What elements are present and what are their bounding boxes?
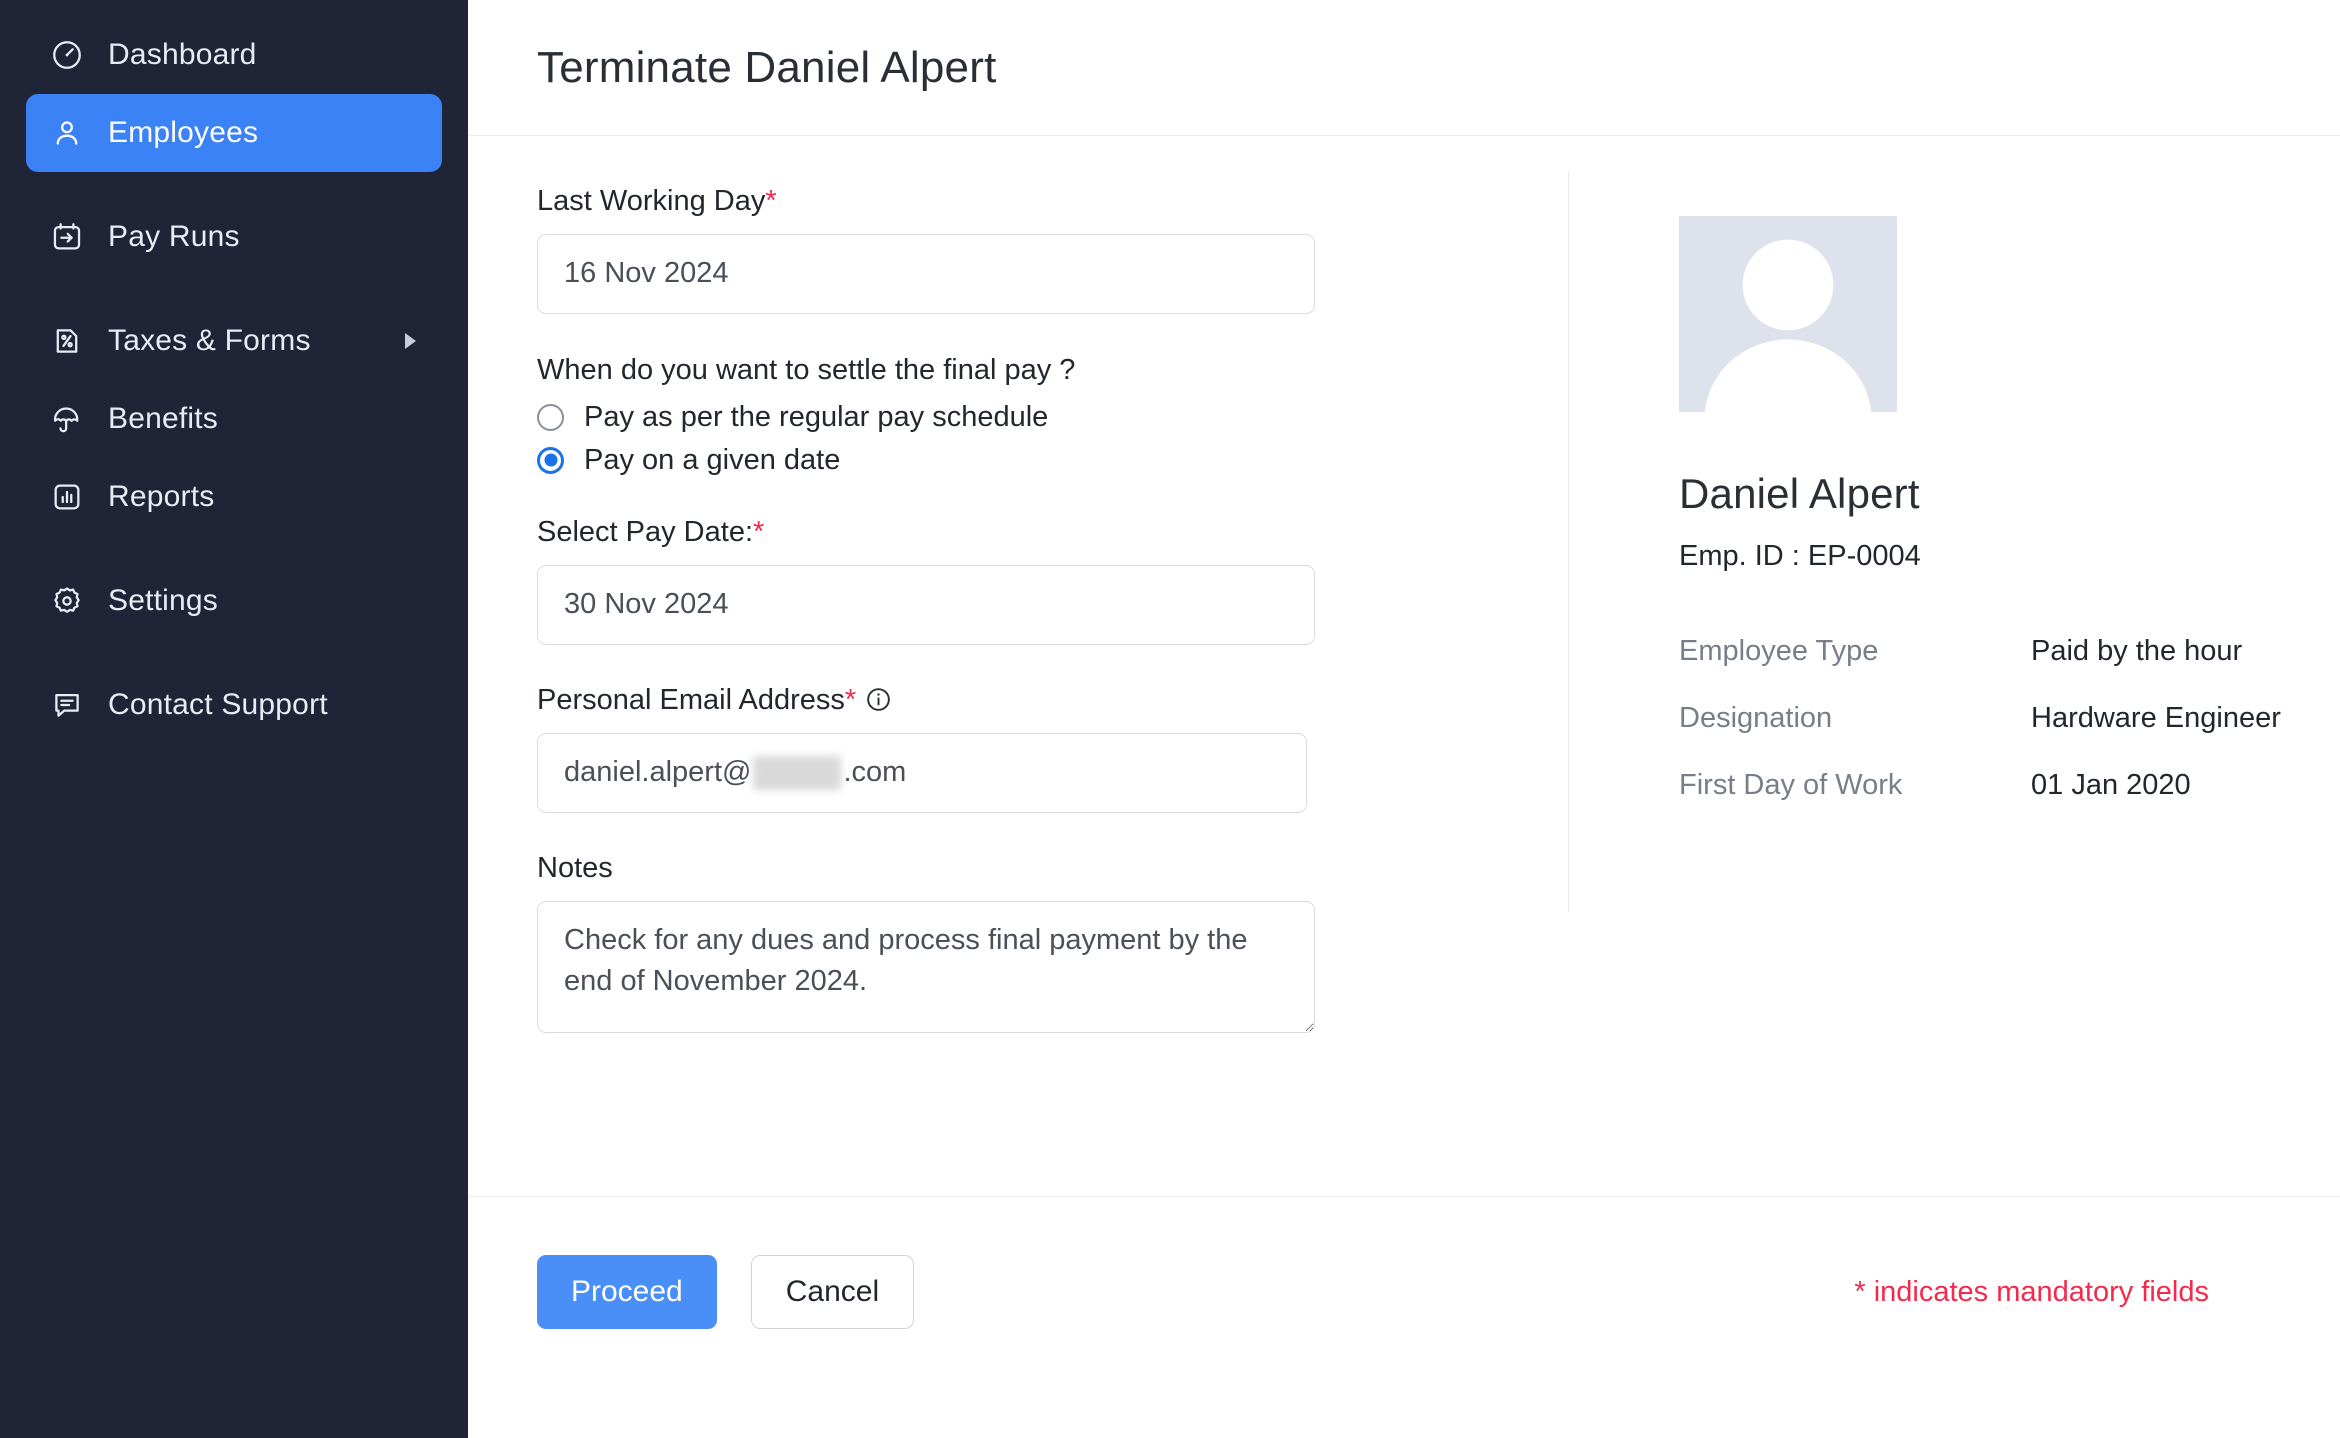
main-content: Terminate Daniel Alpert Last Working Day… (468, 0, 2340, 1438)
content-area: Last Working Day* When do you want to se… (468, 136, 2340, 1196)
detail-value: Paid by the hour (2031, 635, 2243, 667)
employee-profile-panel: Daniel Alpert Emp. ID : EP-0004 Employee… (1568, 172, 2340, 912)
sidebar-item-label: Settings (108, 584, 218, 617)
page-title: Terminate Daniel Alpert (537, 42, 997, 92)
sidebar-item-reports[interactable]: Reports (26, 458, 442, 536)
percent-document-icon (48, 322, 86, 360)
sidebar-item-label: Benefits (108, 402, 218, 435)
chat-icon (48, 686, 86, 724)
pay-date-label: Select Pay Date:* (537, 515, 765, 548)
sidebar-item-employees[interactable]: Employees (26, 94, 442, 172)
last-working-day-label: Last Working Day* (537, 185, 777, 217)
speedometer-icon (48, 36, 86, 74)
required-marker: * (844, 683, 857, 716)
required-marker: * (753, 515, 765, 548)
info-icon[interactable] (865, 686, 892, 713)
employee-name: Daniel Alpert (1679, 470, 1920, 517)
required-marker: * (765, 185, 777, 217)
footer-inner: Proceed Cancel * indicates mandatory fie… (468, 1197, 2340, 1329)
sidebar-item-label: Employees (108, 116, 259, 149)
calendar-arrow-icon (48, 218, 86, 256)
sidebar-item-label: Contact Support (108, 688, 328, 721)
page-header: Terminate Daniel Alpert (468, 0, 2340, 136)
settle-pay-question: When do you want to settle the final pay… (537, 353, 1076, 386)
personal-email-input[interactable]: daniel.alpert@ .com (537, 732, 1307, 813)
mandatory-fields-note: * indicates mandatory fields (1854, 1275, 2209, 1308)
sidebar-item-label: Dashboard (108, 38, 257, 71)
bar-chart-icon (48, 478, 86, 516)
user-placeholder-avatar-icon (1704, 239, 1872, 412)
radio-unselected-icon[interactable] (537, 403, 564, 431)
settle-pay-group: When do you want to settle the final pay… (537, 354, 1568, 477)
sidebar-item-pay-runs[interactable]: Pay Runs (26, 198, 442, 276)
employee-details-table: Employee Type Paid by the hour Designati… (1679, 635, 2281, 836)
personal-email-field: Personal Email Address* daniel.alpert@ .c… (537, 683, 1568, 813)
sidebar-item-label: Pay Runs (108, 220, 240, 253)
radio-option-label: Pay on a given date (584, 443, 841, 476)
pay-date-input[interactable] (537, 564, 1315, 645)
gear-icon (48, 582, 86, 620)
avatar (1679, 216, 1897, 412)
radio-selected-icon[interactable] (537, 446, 564, 474)
table-row: Employee Type Paid by the hour (1679, 635, 2281, 702)
last-working-day-input[interactable] (537, 233, 1315, 314)
cancel-button[interactable]: Cancel (750, 1255, 915, 1329)
user-icon (48, 114, 86, 152)
radio-option-given-date[interactable]: Pay on a given date (537, 444, 1568, 477)
detail-key: Employee Type (1679, 635, 1879, 667)
sidebar-item-taxes-forms[interactable]: Taxes & Forms (26, 302, 442, 380)
sidebar: Dashboard Employees Pay Runs Taxes & For… (0, 0, 468, 1438)
action-buttons: Proceed Cancel (537, 1255, 915, 1329)
radio-option-regular-schedule[interactable]: Pay as per the regular pay schedule (537, 401, 1568, 434)
pay-date-field: Select Pay Date:* (537, 515, 1568, 645)
detail-value: Hardware Engineer (2031, 702, 2281, 734)
chevron-right-icon[interactable] (405, 333, 416, 349)
umbrella-icon (48, 400, 86, 438)
detail-key: First Day of Work (1679, 769, 1903, 801)
sidebar-item-dashboard[interactable]: Dashboard (26, 16, 442, 94)
last-working-day-field: Last Working Day* (537, 185, 1568, 314)
detail-key: Designation (1679, 702, 1833, 734)
sidebar-item-label: Taxes & Forms (108, 324, 311, 357)
notes-textarea[interactable]: Check for any dues and process final pay… (537, 900, 1315, 1033)
detail-value: 01 Jan 2020 (2031, 769, 2191, 801)
notes-label: Notes (537, 851, 613, 884)
radio-option-label: Pay as per the regular pay schedule (584, 400, 1049, 433)
notes-field: Notes Check for any dues and process fin… (537, 851, 1568, 1033)
proceed-button[interactable]: Proceed (537, 1255, 717, 1329)
sidebar-item-contact-support[interactable]: Contact Support (26, 666, 442, 744)
sidebar-item-settings[interactable]: Settings (26, 562, 442, 640)
sidebar-item-label: Reports (108, 480, 215, 513)
table-row: First Day of Work 01 Jan 2020 (1679, 769, 2281, 836)
termination-form: Last Working Day* When do you want to se… (468, 136, 1568, 1196)
table-row: Designation Hardware Engineer (1679, 702, 2281, 769)
email-suffix: .com (843, 756, 907, 789)
employee-id: Emp. ID : EP-0004 (1679, 540, 1921, 572)
redacted-domain (753, 755, 842, 790)
app-root: Dashboard Employees Pay Runs Taxes & For… (0, 0, 2340, 1438)
sidebar-item-benefits[interactable]: Benefits (26, 380, 442, 458)
personal-email-label: Personal Email Address* (537, 683, 1568, 717)
form-footer: Proceed Cancel * indicates mandatory fie… (468, 1196, 2340, 1438)
email-prefix: daniel.alpert@ (564, 756, 752, 789)
